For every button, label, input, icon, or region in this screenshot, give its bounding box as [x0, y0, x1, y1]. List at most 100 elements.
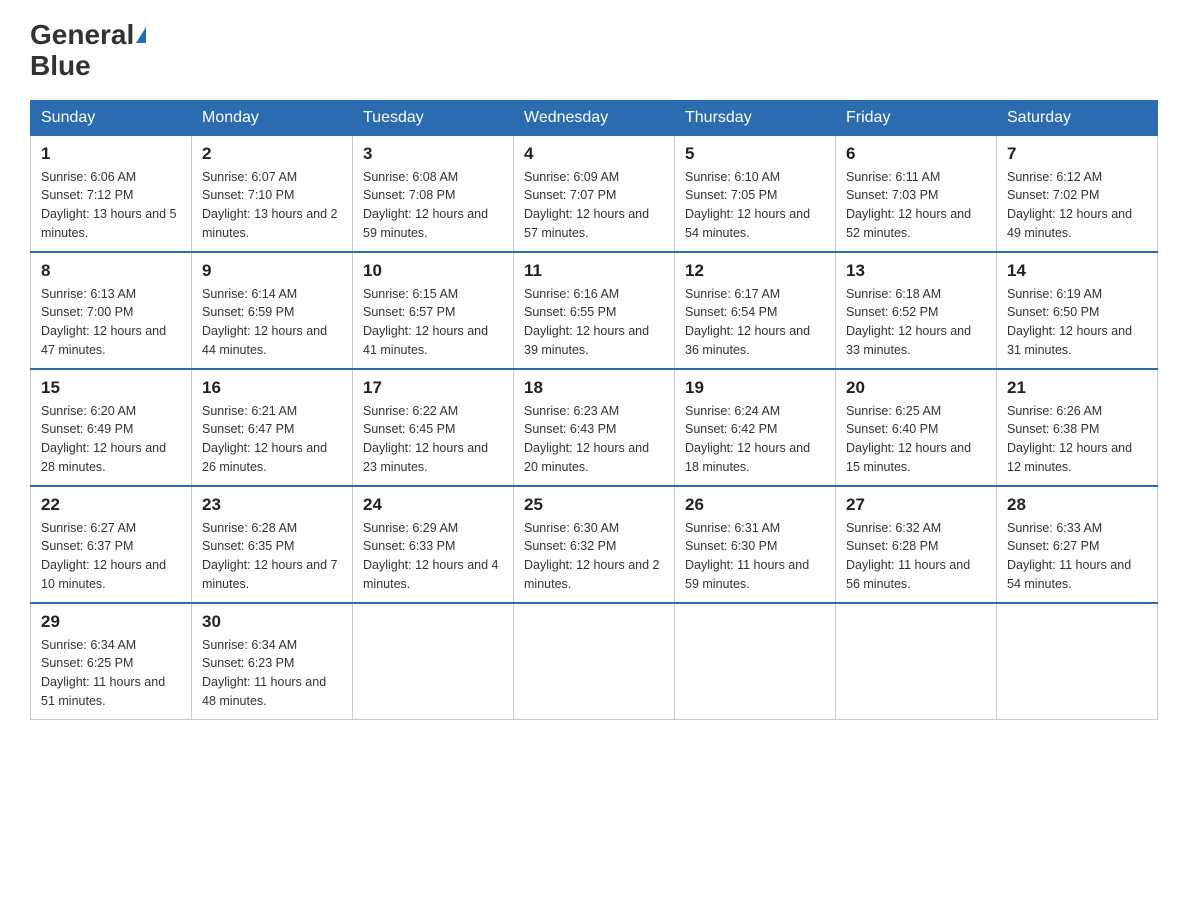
col-saturday: Saturday	[997, 100, 1158, 135]
table-row: 7 Sunrise: 6:12 AM Sunset: 7:02 PM Dayli…	[997, 135, 1158, 252]
table-row: 21 Sunrise: 6:26 AM Sunset: 6:38 PM Dayl…	[997, 369, 1158, 486]
col-tuesday: Tuesday	[353, 100, 514, 135]
day-number: 15	[41, 378, 181, 398]
col-friday: Friday	[836, 100, 997, 135]
logo-triangle-icon	[136, 27, 146, 43]
table-row: 2 Sunrise: 6:07 AM Sunset: 7:10 PM Dayli…	[192, 135, 353, 252]
day-number: 3	[363, 144, 503, 164]
table-row: 13 Sunrise: 6:18 AM Sunset: 6:52 PM Dayl…	[836, 252, 997, 369]
day-number: 4	[524, 144, 664, 164]
day-number: 24	[363, 495, 503, 515]
col-sunday: Sunday	[31, 100, 192, 135]
table-row	[997, 603, 1158, 720]
table-row: 26 Sunrise: 6:31 AM Sunset: 6:30 PM Dayl…	[675, 486, 836, 603]
table-row: 3 Sunrise: 6:08 AM Sunset: 7:08 PM Dayli…	[353, 135, 514, 252]
day-info: Sunrise: 6:22 AM Sunset: 6:45 PM Dayligh…	[363, 402, 503, 477]
day-number: 7	[1007, 144, 1147, 164]
day-info: Sunrise: 6:13 AM Sunset: 7:00 PM Dayligh…	[41, 285, 181, 360]
day-number: 10	[363, 261, 503, 281]
day-info: Sunrise: 6:25 AM Sunset: 6:40 PM Dayligh…	[846, 402, 986, 477]
table-row: 9 Sunrise: 6:14 AM Sunset: 6:59 PM Dayli…	[192, 252, 353, 369]
calendar-header-row: Sunday Monday Tuesday Wednesday Thursday…	[31, 100, 1158, 135]
col-monday: Monday	[192, 100, 353, 135]
day-number: 22	[41, 495, 181, 515]
day-info: Sunrise: 6:11 AM Sunset: 7:03 PM Dayligh…	[846, 168, 986, 243]
day-number: 20	[846, 378, 986, 398]
table-row: 28 Sunrise: 6:33 AM Sunset: 6:27 PM Dayl…	[997, 486, 1158, 603]
table-row	[675, 603, 836, 720]
day-number: 17	[363, 378, 503, 398]
day-info: Sunrise: 6:06 AM Sunset: 7:12 PM Dayligh…	[41, 168, 181, 243]
table-row: 4 Sunrise: 6:09 AM Sunset: 7:07 PM Dayli…	[514, 135, 675, 252]
table-row: 16 Sunrise: 6:21 AM Sunset: 6:47 PM Dayl…	[192, 369, 353, 486]
calendar-week-row: 8 Sunrise: 6:13 AM Sunset: 7:00 PM Dayli…	[31, 252, 1158, 369]
calendar-table: Sunday Monday Tuesday Wednesday Thursday…	[30, 100, 1158, 720]
day-info: Sunrise: 6:21 AM Sunset: 6:47 PM Dayligh…	[202, 402, 342, 477]
day-number: 11	[524, 261, 664, 281]
table-row: 8 Sunrise: 6:13 AM Sunset: 7:00 PM Dayli…	[31, 252, 192, 369]
day-info: Sunrise: 6:16 AM Sunset: 6:55 PM Dayligh…	[524, 285, 664, 360]
day-info: Sunrise: 6:07 AM Sunset: 7:10 PM Dayligh…	[202, 168, 342, 243]
calendar-week-row: 1 Sunrise: 6:06 AM Sunset: 7:12 PM Dayli…	[31, 135, 1158, 252]
day-number: 5	[685, 144, 825, 164]
day-number: 21	[1007, 378, 1147, 398]
day-info: Sunrise: 6:34 AM Sunset: 6:23 PM Dayligh…	[202, 636, 342, 711]
calendar-week-row: 29 Sunrise: 6:34 AM Sunset: 6:25 PM Dayl…	[31, 603, 1158, 720]
table-row: 15 Sunrise: 6:20 AM Sunset: 6:49 PM Dayl…	[31, 369, 192, 486]
day-number: 30	[202, 612, 342, 632]
day-number: 29	[41, 612, 181, 632]
day-info: Sunrise: 6:30 AM Sunset: 6:32 PM Dayligh…	[524, 519, 664, 594]
page-header: General Blue	[30, 20, 1158, 82]
day-info: Sunrise: 6:33 AM Sunset: 6:27 PM Dayligh…	[1007, 519, 1147, 594]
day-number: 9	[202, 261, 342, 281]
table-row: 14 Sunrise: 6:19 AM Sunset: 6:50 PM Dayl…	[997, 252, 1158, 369]
day-info: Sunrise: 6:20 AM Sunset: 6:49 PM Dayligh…	[41, 402, 181, 477]
table-row: 11 Sunrise: 6:16 AM Sunset: 6:55 PM Dayl…	[514, 252, 675, 369]
day-number: 1	[41, 144, 181, 164]
day-info: Sunrise: 6:34 AM Sunset: 6:25 PM Dayligh…	[41, 636, 181, 711]
table-row: 1 Sunrise: 6:06 AM Sunset: 7:12 PM Dayli…	[31, 135, 192, 252]
day-info: Sunrise: 6:10 AM Sunset: 7:05 PM Dayligh…	[685, 168, 825, 243]
day-number: 2	[202, 144, 342, 164]
table-row: 17 Sunrise: 6:22 AM Sunset: 6:45 PM Dayl…	[353, 369, 514, 486]
table-row: 10 Sunrise: 6:15 AM Sunset: 6:57 PM Dayl…	[353, 252, 514, 369]
day-number: 6	[846, 144, 986, 164]
table-row: 27 Sunrise: 6:32 AM Sunset: 6:28 PM Dayl…	[836, 486, 997, 603]
day-info: Sunrise: 6:24 AM Sunset: 6:42 PM Dayligh…	[685, 402, 825, 477]
table-row	[836, 603, 997, 720]
day-info: Sunrise: 6:32 AM Sunset: 6:28 PM Dayligh…	[846, 519, 986, 594]
day-info: Sunrise: 6:26 AM Sunset: 6:38 PM Dayligh…	[1007, 402, 1147, 477]
day-info: Sunrise: 6:18 AM Sunset: 6:52 PM Dayligh…	[846, 285, 986, 360]
logo-general: General	[30, 20, 134, 51]
table-row: 18 Sunrise: 6:23 AM Sunset: 6:43 PM Dayl…	[514, 369, 675, 486]
day-number: 13	[846, 261, 986, 281]
col-thursday: Thursday	[675, 100, 836, 135]
table-row: 22 Sunrise: 6:27 AM Sunset: 6:37 PM Dayl…	[31, 486, 192, 603]
day-number: 16	[202, 378, 342, 398]
day-number: 23	[202, 495, 342, 515]
table-row: 19 Sunrise: 6:24 AM Sunset: 6:42 PM Dayl…	[675, 369, 836, 486]
day-number: 12	[685, 261, 825, 281]
day-number: 8	[41, 261, 181, 281]
table-row: 23 Sunrise: 6:28 AM Sunset: 6:35 PM Dayl…	[192, 486, 353, 603]
table-row	[514, 603, 675, 720]
day-info: Sunrise: 6:23 AM Sunset: 6:43 PM Dayligh…	[524, 402, 664, 477]
day-info: Sunrise: 6:08 AM Sunset: 7:08 PM Dayligh…	[363, 168, 503, 243]
table-row: 6 Sunrise: 6:11 AM Sunset: 7:03 PM Dayli…	[836, 135, 997, 252]
day-number: 19	[685, 378, 825, 398]
day-info: Sunrise: 6:27 AM Sunset: 6:37 PM Dayligh…	[41, 519, 181, 594]
day-info: Sunrise: 6:28 AM Sunset: 6:35 PM Dayligh…	[202, 519, 342, 594]
calendar-week-row: 15 Sunrise: 6:20 AM Sunset: 6:49 PM Dayl…	[31, 369, 1158, 486]
table-row: 30 Sunrise: 6:34 AM Sunset: 6:23 PM Dayl…	[192, 603, 353, 720]
day-info: Sunrise: 6:15 AM Sunset: 6:57 PM Dayligh…	[363, 285, 503, 360]
logo: General Blue	[30, 20, 146, 82]
table-row	[353, 603, 514, 720]
calendar-week-row: 22 Sunrise: 6:27 AM Sunset: 6:37 PM Dayl…	[31, 486, 1158, 603]
table-row: 20 Sunrise: 6:25 AM Sunset: 6:40 PM Dayl…	[836, 369, 997, 486]
table-row: 25 Sunrise: 6:30 AM Sunset: 6:32 PM Dayl…	[514, 486, 675, 603]
table-row: 29 Sunrise: 6:34 AM Sunset: 6:25 PM Dayl…	[31, 603, 192, 720]
day-info: Sunrise: 6:29 AM Sunset: 6:33 PM Dayligh…	[363, 519, 503, 594]
day-info: Sunrise: 6:31 AM Sunset: 6:30 PM Dayligh…	[685, 519, 825, 594]
day-number: 28	[1007, 495, 1147, 515]
day-info: Sunrise: 6:09 AM Sunset: 7:07 PM Dayligh…	[524, 168, 664, 243]
